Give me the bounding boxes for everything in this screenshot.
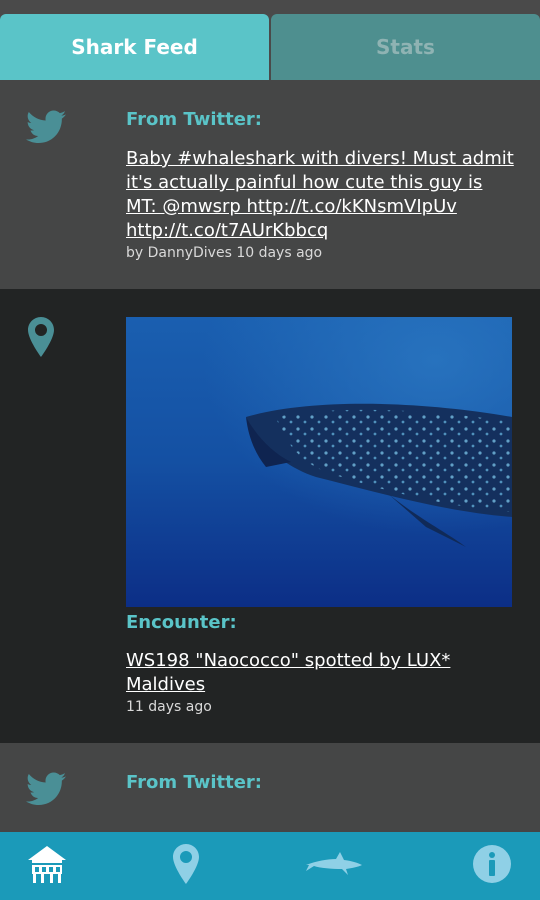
feed-item-twitter: From Twitter: Baby #whaleshark with dive…	[0, 80, 540, 289]
nav-info-button[interactable]	[452, 832, 532, 900]
twitter-bird-icon	[26, 772, 66, 810]
bottom-nav	[0, 832, 540, 900]
tweet-link[interactable]: Baby #whaleshark with divers! Must admit…	[126, 147, 518, 243]
feed-item-encounter: Encounter: WS198 "Naococco" spotted by L…	[0, 289, 540, 743]
whale-shark-photo[interactable]	[126, 317, 518, 607]
nav-home-button[interactable]	[7, 832, 87, 900]
nav-map-button[interactable]	[146, 832, 226, 900]
home-icon	[26, 844, 68, 888]
shark-icon	[304, 851, 366, 881]
feed-item-title: From Twitter:	[126, 109, 263, 130]
tab-shark-feed[interactable]: Shark Feed	[0, 14, 269, 80]
location-pin-icon	[28, 317, 54, 361]
feed-item-title: Encounter:	[126, 612, 237, 633]
tab-stats[interactable]: Stats	[271, 14, 540, 80]
feed-item-title: From Twitter:	[126, 772, 263, 793]
tab-bar: Shark Feed Stats	[0, 0, 540, 80]
feed-item-meta: 11 days ago	[126, 699, 212, 715]
encounter-link[interactable]: WS198 "Naococco" spotted by LUX* Maldive…	[126, 649, 518, 697]
twitter-bird-icon	[26, 110, 66, 148]
feed-item-twitter: From Twitter:	[0, 743, 540, 832]
nav-shark-button[interactable]	[295, 832, 375, 900]
shark-feed-list[interactable]: From Twitter: Baby #whaleshark with dive…	[0, 80, 540, 832]
map-pin-icon	[172, 844, 200, 888]
feed-item-meta: by DannyDives 10 days ago	[126, 245, 323, 261]
info-icon	[473, 845, 511, 887]
